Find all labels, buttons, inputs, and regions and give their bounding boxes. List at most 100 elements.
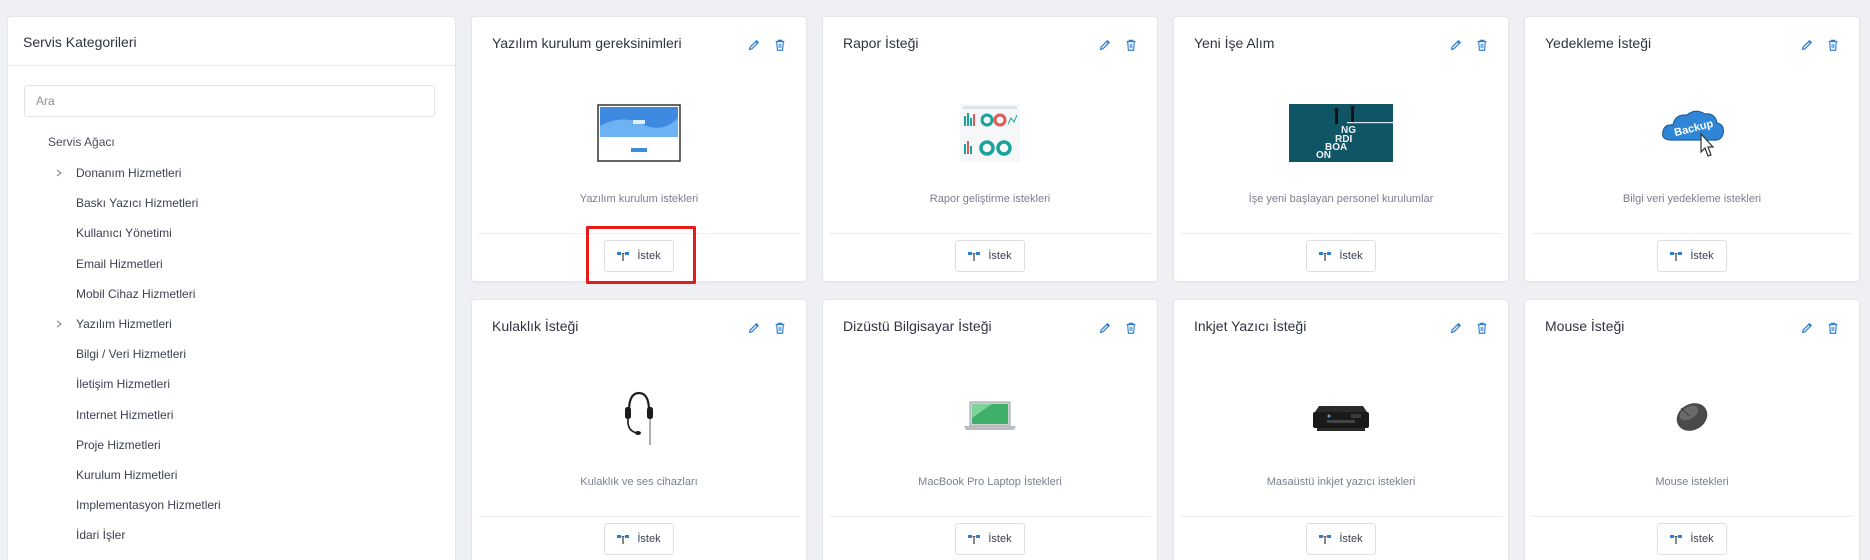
request-button[interactable]: İstek: [955, 523, 1025, 555]
request-label: İstek: [1339, 533, 1363, 545]
request-label: İstek: [1690, 250, 1714, 262]
request-label: İstek: [988, 533, 1012, 545]
request-icon: [968, 252, 981, 261]
request-icon: [1319, 252, 1332, 261]
edit-icon[interactable]: [1097, 37, 1113, 53]
request-button[interactable]: İstek: [1306, 523, 1376, 555]
printer-image: [1289, 386, 1393, 446]
card-title: Mouse İsteği: [1545, 318, 1625, 334]
tree-item-bilgi[interactable]: Bilgi / Veri Hizmetleri: [8, 339, 455, 369]
onboarding-word: ON: [1316, 150, 1331, 161]
trash-icon[interactable]: [772, 320, 788, 336]
tree-item-internet[interactable]: Internet Hizmetleri: [8, 400, 455, 430]
tree-item-mobil[interactable]: Mobil Cihaz Hizmetleri: [8, 279, 455, 309]
card-description: Yazılım kurulum istekleri: [579, 193, 699, 205]
tree-item-idari[interactable]: İdari İşler: [8, 520, 455, 550]
service-card[interactable]: Dizüstü Bilgisayar İsteği MacBook Pro La…: [822, 299, 1158, 560]
service-categories-panel: Servis Kategorileri Servis Ağacı Donanım…: [7, 16, 456, 560]
trash-icon[interactable]: [1123, 320, 1139, 336]
card-title: Dizüstü Bilgisayar İsteği: [843, 318, 992, 334]
card-title: Yedekleme İsteği: [1545, 35, 1652, 51]
trash-icon[interactable]: [1825, 37, 1841, 53]
tree-item-label: Internet Hizmetleri: [76, 407, 174, 422]
tree-item-label: Kurulum Hizmetleri: [76, 467, 178, 482]
card-title: Inkjet Yazıcı İsteği: [1194, 318, 1307, 334]
trash-icon[interactable]: [772, 37, 788, 53]
search-input[interactable]: [24, 85, 435, 117]
card-title: Rapor İsteği: [843, 35, 919, 51]
tree-item-label: Mobil Cihaz Hizmetleri: [76, 286, 196, 301]
card-title: Yazılım kurulum gereksinimleri: [492, 35, 682, 51]
request-label: İstek: [988, 250, 1012, 262]
service-card[interactable]: Yazılım kurulum gereksinimleri Yazılım k…: [471, 16, 807, 282]
request-label: İstek: [637, 250, 661, 262]
card-description: Mouse istekleri: [1655, 476, 1729, 488]
service-card[interactable]: Mouse İsteği Mouse istekleri İstek: [1524, 299, 1860, 560]
trash-icon[interactable]: [1474, 320, 1490, 336]
card-description: İşe yeni başlayan personel kurulumlar: [1248, 193, 1434, 205]
trash-icon[interactable]: [1474, 37, 1490, 53]
request-button[interactable]: İstek: [1657, 523, 1727, 555]
tree-item-donanim[interactable]: Donanım Hizmetleri: [8, 158, 455, 188]
chevron-right-icon[interactable]: [52, 169, 66, 177]
service-card[interactable]: Rapor İsteği Rapor geliştirme istekleri …: [822, 16, 1158, 282]
tree-item-iletisim[interactable]: İletişim Hizmetleri: [8, 369, 455, 399]
tree-item-email[interactable]: Email Hizmetleri: [8, 249, 455, 279]
tree-item-label: Proje Hizmetleri: [76, 437, 161, 452]
tree-item-label: İdari İşler: [76, 528, 126, 543]
laptop-image: [938, 386, 1042, 446]
tree-item-implementasyon[interactable]: Implementasyon Hizmetleri: [8, 490, 455, 520]
software-install-image: [587, 103, 691, 163]
request-button[interactable]: İstek: [1306, 240, 1376, 272]
edit-icon[interactable]: [1448, 37, 1464, 53]
card-title: Yeni İşe Alım: [1194, 35, 1275, 51]
request-button[interactable]: İstek: [955, 240, 1025, 272]
request-label: İstek: [1339, 250, 1363, 262]
request-button[interactable]: İstek: [604, 523, 674, 555]
trash-icon[interactable]: [1825, 320, 1841, 336]
card-description: Bilgi veri yedekleme istekleri: [1622, 193, 1762, 205]
request-button[interactable]: İstek: [604, 240, 674, 272]
tree-item-label: Baskı Yazıcı Hizmetleri: [76, 196, 199, 211]
tree-item-proje[interactable]: Proje Hizmetleri: [8, 430, 455, 460]
request-icon: [968, 535, 981, 544]
request-icon: [617, 535, 630, 544]
request-button[interactable]: İstek: [1657, 240, 1727, 272]
request-label: İstek: [637, 533, 661, 545]
edit-icon[interactable]: [1799, 320, 1815, 336]
service-card[interactable]: Yeni İşe Alım NG RDI BOA ON İşe yeni başlay…: [1173, 16, 1509, 282]
card-description: MacBook Pro Laptop İstekleri: [918, 476, 1062, 488]
request-icon: [1670, 535, 1683, 544]
service-card[interactable]: Inkjet Yazıcı İsteği Masaüstü inkjet yaz…: [1173, 299, 1509, 560]
request-icon: [617, 252, 630, 261]
service-tree: Donanım Hizmetleri Baskı Yazıcı Hizmetle…: [8, 158, 455, 550]
request-icon: [1670, 252, 1683, 261]
service-card[interactable]: Yedekleme İsteği Backup Bilgi veri yedek…: [1524, 16, 1860, 282]
tree-item-label: Yazılım Hizmetleri: [76, 317, 172, 332]
trash-icon[interactable]: [1123, 37, 1139, 53]
card-description: Rapor geliştirme istekleri: [929, 193, 1051, 205]
card-title: Kulaklık İsteği: [492, 318, 579, 334]
tree-item-label: Email Hizmetleri: [76, 256, 163, 271]
tree-item-label: İletişim Hizmetleri: [76, 377, 171, 392]
edit-icon[interactable]: [746, 37, 762, 53]
card-description: Masaüstü inkjet yazıcı istekleri: [1266, 476, 1416, 488]
service-card[interactable]: Kulaklık İsteği Kulaklık ve ses cihazlar…: [471, 299, 807, 560]
service-tree-root[interactable]: Servis Ağacı: [48, 135, 455, 149]
edit-icon[interactable]: [1799, 37, 1815, 53]
tree-item-label: Donanım Hizmetleri: [76, 166, 182, 181]
tree-item-baski[interactable]: Baskı Yazıcı Hizmetleri: [8, 188, 455, 218]
edit-icon[interactable]: [1448, 320, 1464, 336]
mouse-image: [1640, 386, 1744, 446]
backup-cloud-image: Backup: [1640, 103, 1744, 163]
request-label: İstek: [1690, 533, 1714, 545]
tree-item-yazilim[interactable]: Yazılım Hizmetleri: [8, 309, 455, 339]
edit-icon[interactable]: [746, 320, 762, 336]
tree-item-kurulum[interactable]: Kurulum Hizmetleri: [8, 460, 455, 490]
tree-item-kullanici[interactable]: Kullanıcı Yönetimi: [8, 218, 455, 248]
report-dashboard-image: [938, 103, 1042, 163]
tree-item-label: Kullanıcı Yönetimi: [76, 226, 172, 241]
panel-title: Servis Kategorileri: [8, 17, 455, 66]
chevron-right-icon[interactable]: [52, 320, 66, 328]
edit-icon[interactable]: [1097, 320, 1113, 336]
